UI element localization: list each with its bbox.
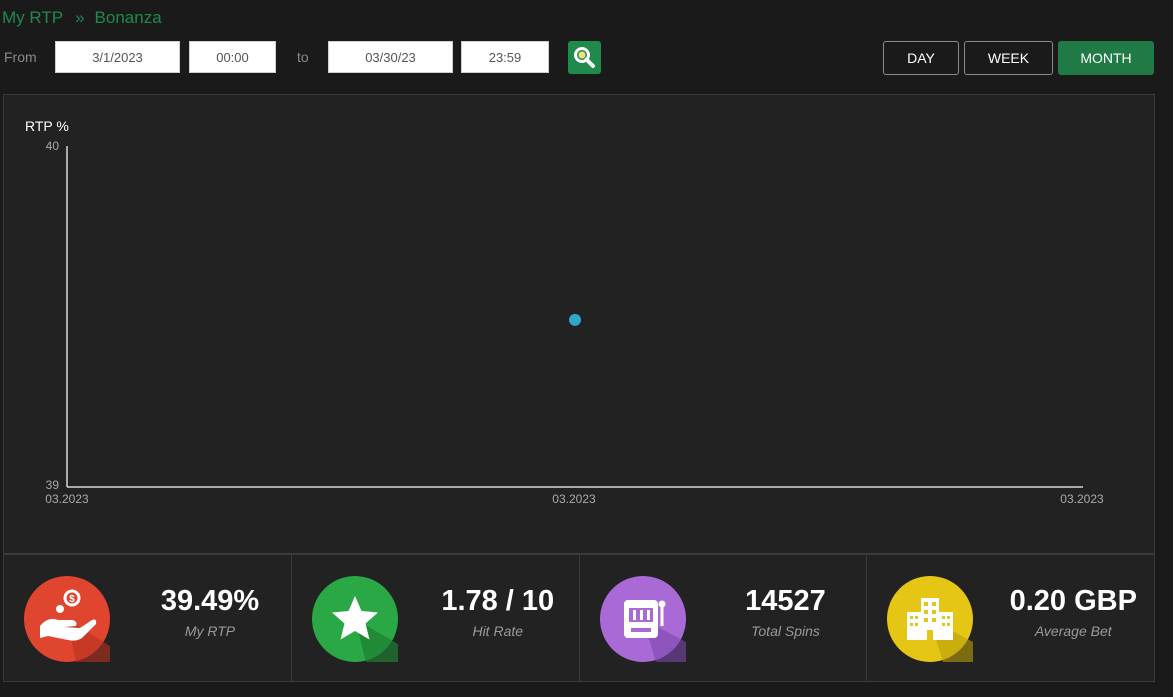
- building-icon: [887, 576, 974, 662]
- week-button[interactable]: WEEK: [964, 41, 1053, 75]
- search-button[interactable]: [568, 41, 601, 74]
- breadcrumb-separator: »: [75, 8, 85, 27]
- money-hand-icon: $: [24, 576, 110, 662]
- rtp-chart-svg: RTP % 40 39 03.2023 03.2023 03.2023: [25, 118, 1104, 506]
- breadcrumb-parent-link[interactable]: My RTP: [2, 8, 63, 27]
- from-label: From: [4, 49, 37, 65]
- from-date-input[interactable]: 3/1/2023: [55, 41, 180, 73]
- hit-rate-label: Hit Rate: [472, 623, 524, 639]
- total-spins-value: 14527: [745, 585, 826, 617]
- average-bet-value: 0.20 GBP: [1009, 585, 1137, 617]
- total-spins-label: Total Spins: [751, 623, 820, 639]
- star-icon: [311, 576, 398, 662]
- x-tick-label-middle: 03.2023: [552, 492, 596, 506]
- stat-average-bet: 0.20 GBP Average Bet: [867, 555, 1154, 681]
- stat-hit-rate: 1.78 / 10 Hit Rate: [292, 555, 580, 681]
- month-button[interactable]: MONTH: [1058, 41, 1154, 75]
- stats-bar: $ 39.49% My RTP 1.78 / 10 Hit Rate 14527…: [3, 554, 1155, 682]
- search-icon: [574, 47, 595, 68]
- day-button[interactable]: DAY: [883, 41, 959, 75]
- y-tick-label-bottom: 39: [46, 478, 60, 492]
- to-time-input[interactable]: 23:59: [461, 41, 549, 73]
- svg-text:$: $: [69, 594, 75, 605]
- stat-total-spins: 14527 Total Spins: [580, 555, 868, 681]
- x-tick-label-end: 03.2023: [1060, 492, 1104, 506]
- my-rtp-label: My RTP: [184, 623, 236, 639]
- my-rtp-value: 39.49%: [160, 585, 260, 617]
- from-time-input[interactable]: 00:00: [189, 41, 276, 73]
- x-tick-label-start: 03.2023: [45, 492, 89, 506]
- rtp-chart: RTP % 40 39 03.2023 03.2023 03.2023: [3, 94, 1155, 554]
- y-axis-label: RTP %: [25, 118, 69, 134]
- average-bet-label: Average Bet: [1034, 623, 1112, 639]
- breadcrumb-current: Bonanza: [94, 8, 162, 27]
- to-date-input[interactable]: 03/30/23: [328, 41, 453, 73]
- stat-my-rtp: $ 39.49% My RTP: [4, 555, 292, 681]
- hit-rate-value: 1.78 / 10: [441, 585, 555, 617]
- breadcrumb: My RTP » Bonanza: [2, 8, 162, 28]
- slot-machine-icon: [599, 576, 686, 662]
- to-label: to: [297, 49, 309, 65]
- y-tick-label-top: 40: [46, 139, 60, 153]
- data-point-0[interactable]: [569, 313, 581, 326]
- data-points: [569, 313, 581, 326]
